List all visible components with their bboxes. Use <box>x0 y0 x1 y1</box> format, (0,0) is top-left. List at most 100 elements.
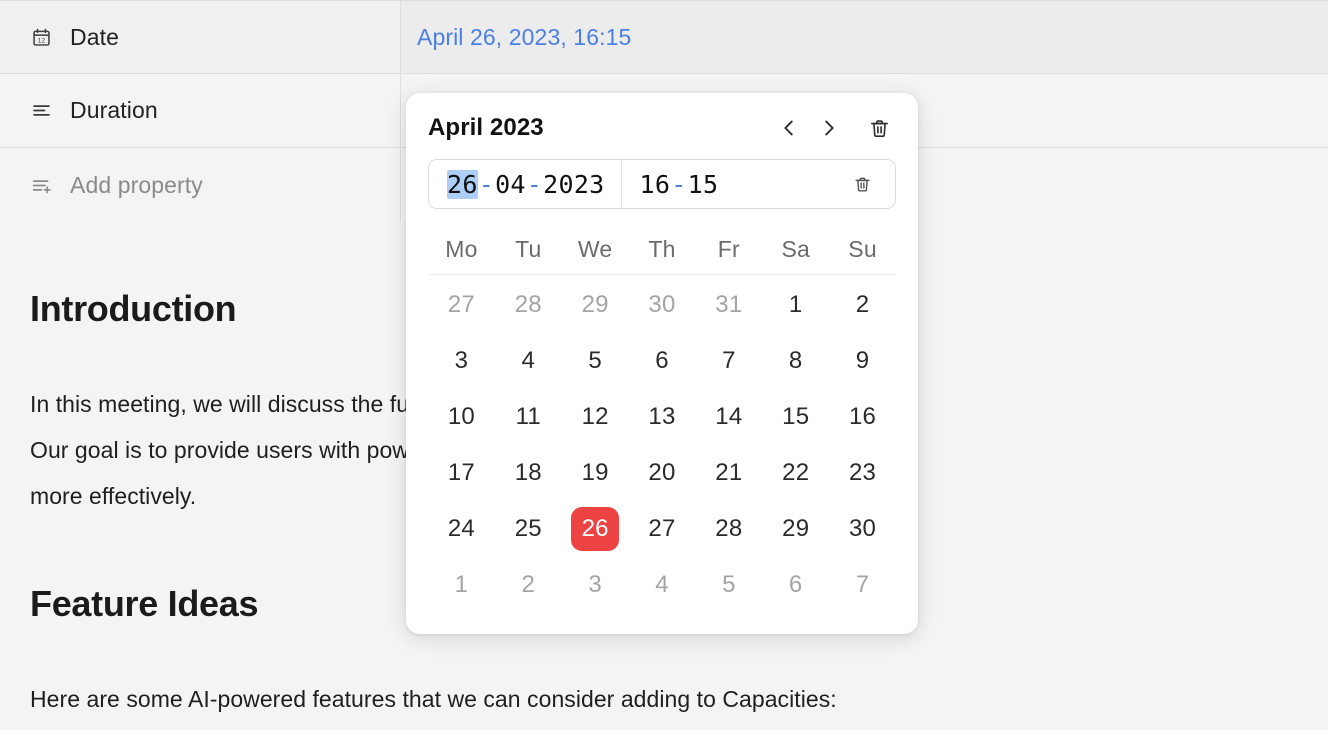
add-property-label: Add property <box>70 171 203 198</box>
trash-icon[interactable] <box>862 111 896 145</box>
calendar-day[interactable]: 3 <box>428 333 495 389</box>
calendar-day[interactable]: 16 <box>829 389 896 445</box>
calendar-day[interactable]: 11 <box>495 389 562 445</box>
calendar-day-label: 30 <box>849 515 877 542</box>
calendar-day[interactable]: 18 <box>495 445 562 501</box>
calendar-day[interactable]: 13 <box>629 389 696 445</box>
calendar-month-title: April 2023 <box>428 114 544 141</box>
calendar-day[interactable]: 20 <box>629 445 696 501</box>
calendar-day[interactable]: 5 <box>562 333 629 389</box>
calendar-day[interactable]: 12 <box>562 389 629 445</box>
calendar-day-label: 14 <box>715 403 743 430</box>
calendar-day-label: 9 <box>855 347 870 374</box>
calendar-day-label: 4 <box>521 347 536 374</box>
date-segment-day[interactable]: 26 <box>447 169 478 199</box>
calendar-day-label: 3 <box>588 571 602 598</box>
property-label-duration: Duration <box>70 97 158 123</box>
calendar-day-label: 28 <box>514 291 542 318</box>
property-label-cell-date[interactable]: 12 Date <box>0 1 401 73</box>
calendar-day-label: 26 <box>571 507 620 551</box>
calendar-day-selected[interactable]: 26 <box>562 501 629 557</box>
calendar-day[interactable]: 3 <box>562 557 629 613</box>
calendar-day-label: 10 <box>447 403 475 430</box>
calendar-day[interactable]: 8 <box>762 333 829 389</box>
time-separator: - <box>671 169 687 199</box>
calendar-day[interactable]: 10 <box>428 389 495 445</box>
calendar-day[interactable]: 24 <box>428 501 495 557</box>
property-label-date: Date <box>70 23 119 50</box>
paragraph-feature-ideas[interactable]: Here are some AI-powered features that w… <box>0 676 1328 722</box>
property-value-cell-date[interactable]: April 26, 2023, 16:15 <box>401 1 1328 73</box>
calendar-day[interactable]: 2 <box>829 277 896 333</box>
datetime-input-group[interactable]: 26 - 04 - 2023 16 - 15 <box>428 159 896 209</box>
calendar-12-icon: 12 <box>30 26 52 48</box>
calendar-day[interactable]: 22 <box>762 445 829 501</box>
calendar-day-label: 13 <box>648 403 676 430</box>
calendar-day-label: 11 <box>515 403 541 430</box>
weekday-su: Su <box>848 236 877 262</box>
calendar-day-label: 2 <box>855 291 870 318</box>
calendar-day[interactable]: 6 <box>762 557 829 613</box>
calendar-day[interactable]: 30 <box>829 501 896 557</box>
date-value-text[interactable]: April 26, 2023, 16:15 <box>417 24 631 51</box>
time-segment-hours[interactable]: 16 <box>640 170 671 199</box>
calendar-day[interactable]: 6 <box>629 333 696 389</box>
chevron-left-icon[interactable] <box>772 111 806 145</box>
calendar-day-label: 1 <box>454 571 469 598</box>
calendar-day-label: 29 <box>581 291 609 318</box>
calendar-day-label: 28 <box>715 515 743 542</box>
calendar-day[interactable]: 29 <box>562 277 629 333</box>
calendar-day-label: 1 <box>788 291 803 318</box>
clear-datetime-trash-icon[interactable] <box>845 160 879 208</box>
property-label-cell-duration[interactable]: Duration <box>0 74 401 147</box>
time-input[interactable]: 16 - 15 <box>622 160 895 208</box>
calendar-day[interactable]: 28 <box>495 277 562 333</box>
calendar-day[interactable]: 19 <box>562 445 629 501</box>
calendar-day-label: 25 <box>514 515 542 542</box>
calendar-day[interactable]: 5 <box>695 557 762 613</box>
calendar-day[interactable]: 27 <box>629 501 696 557</box>
calendar-day-label: 2 <box>521 571 536 598</box>
time-segment-minutes[interactable]: 15 <box>688 170 719 199</box>
calendar-day[interactable]: 1 <box>428 557 495 613</box>
calendar-day-label: 6 <box>788 571 803 598</box>
calendar-day[interactable]: 23 <box>829 445 896 501</box>
add-property-label-cell[interactable]: Add property <box>0 148 401 222</box>
calendar-day-label: 30 <box>648 291 676 318</box>
chevron-right-icon[interactable] <box>812 111 846 145</box>
calendar-day-label: 5 <box>588 347 602 374</box>
calendar-day[interactable]: 1 <box>762 277 829 333</box>
date-segment-year[interactable]: 2023 <box>543 170 604 199</box>
calendar-day-label: 8 <box>788 347 803 374</box>
calendar-day[interactable]: 17 <box>428 445 495 501</box>
text-lines-icon <box>30 100 52 122</box>
calendar-grid: Mo Tu We Th Fr Sa Su 27 28 29 30 31 1 2 3 4 5 6 7 8 9… <box>428 225 896 613</box>
calendar-day[interactable]: 15 <box>762 389 829 445</box>
svg-text:12: 12 <box>37 37 45 44</box>
calendar-day[interactable]: 4 <box>629 557 696 613</box>
calendar-day[interactable]: 31 <box>695 277 762 333</box>
calendar-day-label: 16 <box>849 403 877 430</box>
calendar-day[interactable]: 14 <box>695 389 762 445</box>
app-root: 12 Date April 26, 2023, 16:15 Duration A… <box>0 0 1328 730</box>
calendar-day[interactable]: 2 <box>495 557 562 613</box>
property-row-date[interactable]: 12 Date April 26, 2023, 16:15 <box>0 0 1328 74</box>
calendar-day[interactable]: 21 <box>695 445 762 501</box>
calendar-day[interactable]: 7 <box>695 333 762 389</box>
calendar-day[interactable]: 9 <box>829 333 896 389</box>
calendar-day-label: 12 <box>581 403 609 430</box>
calendar-day[interactable]: 28 <box>695 501 762 557</box>
calendar-day-label: 19 <box>581 459 609 486</box>
calendar-day[interactable]: 4 <box>495 333 562 389</box>
date-segment-month[interactable]: 04 <box>495 170 526 199</box>
date-input[interactable]: 26 - 04 - 2023 <box>429 160 622 208</box>
calendar-day[interactable]: 7 <box>829 557 896 613</box>
calendar-day[interactable]: 25 <box>495 501 562 557</box>
calendar-day[interactable]: 29 <box>762 501 829 557</box>
calendar-day-label: 7 <box>722 347 736 374</box>
calendar-day-grid: 27 28 29 30 31 1 2 3 4 5 6 7 8 9 10 11 12 13 14 15 16 17 18 19 2… <box>428 277 896 613</box>
calendar-day[interactable]: 30 <box>629 277 696 333</box>
calendar-header: April 2023 <box>428 93 896 155</box>
calendar-day[interactable]: 27 <box>428 277 495 333</box>
weekday-we: We <box>577 236 613 262</box>
